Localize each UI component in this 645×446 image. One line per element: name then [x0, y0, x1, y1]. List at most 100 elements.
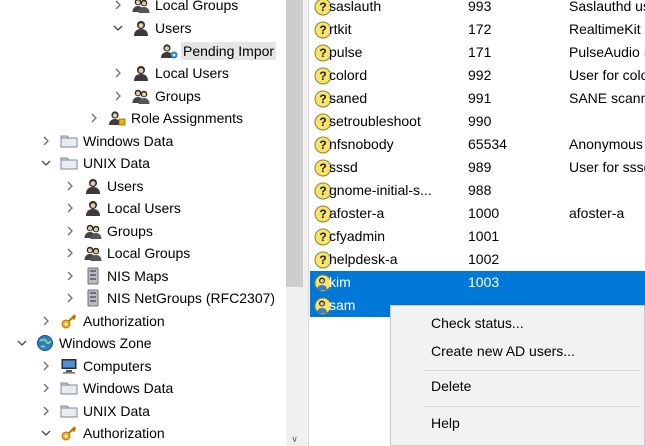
- tree-node[interactable]: UNIX Data: [0, 152, 286, 174]
- group-icon: [84, 222, 102, 240]
- group-icon: [132, 0, 150, 14]
- list-item[interactable]: ? nfsnobody 65534 Anonymous: [310, 133, 645, 156]
- user-name-cell: sam: [329, 297, 356, 313]
- user-icon: [84, 199, 102, 217]
- user-icon: [132, 64, 150, 82]
- tree-node-label: Computers: [83, 358, 152, 374]
- uid-cell: 171: [468, 44, 492, 60]
- list-item[interactable]: ? cfyadmin 1001: [310, 225, 645, 248]
- chevron-right-icon[interactable]: [40, 377, 52, 399]
- menu-item-create-ad-users[interactable]: Create new AD users...: [391, 337, 644, 365]
- tree-node-label: Local Users: [107, 200, 181, 216]
- chevron-right-icon[interactable]: [88, 107, 100, 129]
- chevron-down-icon[interactable]: [40, 152, 52, 174]
- description-cell: User for sssd: [569, 159, 645, 175]
- chevron-right-icon[interactable]: [64, 220, 76, 242]
- user-name-cell: rtkit: [329, 21, 352, 37]
- menu-item-help[interactable]: Help: [391, 409, 644, 437]
- tree-node[interactable]: Windows Data: [0, 377, 286, 399]
- folder-icon: [60, 154, 78, 172]
- svg-text:?: ?: [319, 115, 326, 129]
- key-icon: [60, 424, 78, 442]
- uid-cell: 988: [468, 182, 492, 198]
- tree-node[interactable]: Groups: [0, 220, 286, 242]
- list-item[interactable]: ? sssd 989 User for sssd: [310, 156, 645, 179]
- description-cell: User for colo: [569, 67, 645, 83]
- tree-node-label: Windows Zone: [59, 335, 152, 351]
- list-item[interactable]: ? helpdesk-a 1002: [310, 248, 645, 271]
- description-cell: SANE scanne: [569, 90, 645, 106]
- chevron-right-icon[interactable]: [40, 400, 52, 422]
- svg-text:?: ?: [319, 207, 326, 221]
- tree-node[interactable]: Users: [0, 17, 286, 39]
- user-name-cell: pulse: [329, 44, 363, 60]
- tree-node-label: UNIX Data: [83, 403, 150, 419]
- chevron-right-icon[interactable]: [40, 355, 52, 377]
- chevron-right-icon[interactable]: [64, 197, 76, 219]
- tree-node-label: Users: [107, 178, 144, 194]
- chevron-right-icon[interactable]: [64, 265, 76, 287]
- list-item[interactable]: ? rtkit 172 RealtimeKit: [310, 18, 645, 41]
- list-item[interactable]: ?saslauth 993 Saslauthd use: [310, 0, 645, 18]
- uid-cell: 1000: [468, 205, 500, 221]
- list-item[interactable]: kim 1003: [310, 271, 645, 294]
- chevron-right-icon[interactable]: [112, 85, 124, 107]
- chevron-right-icon[interactable]: [40, 310, 52, 332]
- context-menu: Check status... Create new AD users... D…: [390, 305, 645, 446]
- tree-node[interactable]: Local Users: [0, 62, 286, 84]
- tree-node[interactable]: Windows Data: [0, 130, 286, 152]
- user-name-cell: saslauth: [329, 0, 382, 14]
- tree-node[interactable]: Local Users: [0, 197, 286, 219]
- tree-node-label: Local Users: [155, 65, 229, 81]
- list-item[interactable]: ?saned 991 SANE scanne: [310, 87, 645, 110]
- tree-node[interactable]: Groups: [0, 85, 286, 107]
- tree-node[interactable]: Windows Zone: [0, 332, 286, 354]
- svg-text:?: ?: [319, 92, 326, 106]
- role-icon: [108, 109, 126, 127]
- list-item[interactable]: ? afoster-a 1000 afoster-a: [310, 202, 645, 225]
- tree-node[interactable]: Role Assignments: [0, 107, 286, 129]
- tree-node[interactable]: UNIX Data: [0, 400, 286, 422]
- tree-node[interactable]: Local Groups: [0, 0, 286, 16]
- uid-cell: 65534: [468, 136, 507, 152]
- tree-scrollbar-thumb[interactable]: [286, 0, 303, 287]
- svg-text:?: ?: [319, 46, 326, 60]
- chevron-right-icon[interactable]: [40, 130, 52, 152]
- uid-cell: 990: [468, 113, 492, 129]
- tree-node-label: UNIX Data: [83, 155, 150, 171]
- tree-node[interactable]: Authorization: [0, 422, 286, 444]
- group-icon: [132, 87, 150, 105]
- chevron-right-icon[interactable]: [112, 0, 124, 16]
- svg-text:?: ?: [319, 230, 326, 244]
- nis-map-icon: [84, 267, 102, 285]
- menu-item-check-status[interactable]: Check status...: [391, 309, 644, 337]
- list-item[interactable]: ? colord 992 User for colo: [310, 64, 645, 87]
- list-item[interactable]: ? gnome-initial-s... 988: [310, 179, 645, 202]
- chevron-down-icon[interactable]: [16, 332, 28, 354]
- tree-node[interactable]: Pending Impor: [0, 40, 286, 62]
- chevron-down-icon[interactable]: [112, 17, 124, 39]
- tree-node[interactable]: Authorization: [0, 310, 286, 332]
- uid-cell: 993: [468, 0, 492, 14]
- scroll-down-arrow-icon[interactable]: ∨: [286, 432, 303, 446]
- tree-node[interactable]: NIS NetGroups (RFC2307): [0, 287, 286, 309]
- tree-node[interactable]: Computers: [0, 355, 286, 377]
- chevron-right-icon[interactable]: [64, 242, 76, 264]
- svg-text:?: ?: [319, 69, 326, 83]
- list-item[interactable]: ? setroubleshoot 990: [310, 110, 645, 133]
- user-name-cell: sssd: [329, 159, 358, 175]
- tree-node[interactable]: Local Groups: [0, 242, 286, 264]
- tree-node-label: Windows Data: [83, 380, 174, 396]
- chevron-right-icon[interactable]: [64, 287, 76, 309]
- chevron-right-icon[interactable]: [112, 62, 124, 84]
- list-item[interactable]: ? pulse 171 PulseAudio S: [310, 41, 645, 64]
- chevron-right-icon[interactable]: [64, 175, 76, 197]
- pane-splitter[interactable]: [303, 0, 309, 446]
- menu-item-delete[interactable]: Delete: [391, 372, 644, 400]
- pending-users-icon: [160, 42, 178, 60]
- tree-node[interactable]: Users: [0, 175, 286, 197]
- chevron-down-icon[interactable]: [40, 422, 52, 444]
- tree-node[interactable]: NIS Maps: [0, 265, 286, 287]
- tree-node-label: NIS NetGroups (RFC2307): [107, 290, 276, 306]
- tree-node-label: Pending Impor: [181, 42, 277, 60]
